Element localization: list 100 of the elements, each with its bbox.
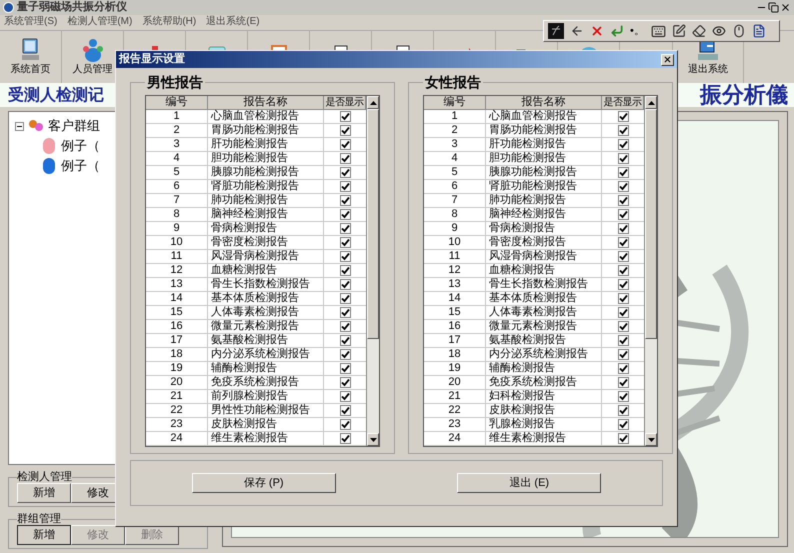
table-cell: 肺功能检测报告 [208, 194, 324, 207]
table-cell: 1 [146, 110, 208, 123]
table-cell: 6 [146, 180, 208, 193]
table-cell: 2 [146, 124, 208, 137]
group-title: 女性报告 [424, 73, 482, 92]
table-cell: 骨密度检测报告 [486, 236, 602, 249]
table-cell: 22 [146, 404, 208, 417]
table-cell: 骨病检测报告 [208, 222, 324, 235]
table-cell: 9 [146, 222, 208, 235]
table-cell: 20 [424, 376, 486, 389]
group-title: 群组管理 [17, 513, 61, 525]
table-cell: 6 [424, 180, 486, 193]
table-cell: 19 [424, 362, 486, 375]
table-cell: 肝功能检测报告 [486, 138, 602, 151]
page-heading: 受测人检测记 [8, 84, 104, 106]
table-cell: 19 [146, 362, 208, 375]
table-cell: 2 [424, 124, 486, 137]
table-cell: 风湿骨病检测报告 [208, 250, 324, 263]
table-cell: 风湿骨病检测报告 [486, 250, 602, 263]
table-cell: 17 [146, 334, 208, 347]
table-cell: 辅酶检测报告 [486, 362, 602, 375]
table-cell: 8 [146, 208, 208, 221]
table-cell: 免疫系统检测报告 [486, 376, 602, 389]
table-cell: 脑神经检测报告 [208, 208, 324, 221]
table-cell: 11 [424, 250, 486, 263]
table-cell: 内分泌系统检测报告 [208, 348, 324, 361]
table-cell: 人体毒素检测报告 [486, 306, 602, 319]
table-cell: 8 [424, 208, 486, 221]
table-cell: 3 [146, 138, 208, 151]
table-cell: 氨基酸检测报告 [486, 334, 602, 347]
table-cell: 13 [146, 278, 208, 291]
table-cell: 肺功能检测报告 [486, 194, 602, 207]
table-cell: 14 [424, 292, 486, 305]
table-cell: 基本体质检测报告 [486, 292, 602, 305]
table-cell: 20 [146, 376, 208, 389]
page-heading: 振分析儀 [700, 83, 788, 107]
table-cell: 免疫系统检测报告 [208, 376, 324, 389]
table-cell: 18 [146, 348, 208, 361]
table-cell: 维生素检测报告 [208, 432, 324, 445]
table-cell: 乳腺检测报告 [486, 418, 602, 431]
table-cell: 4 [146, 152, 208, 165]
table-cell: 男性性功能检测报告 [208, 404, 324, 417]
table-cell: 维生素检测报告 [486, 432, 602, 445]
table-cell: 12 [146, 264, 208, 277]
table-cell: 9 [424, 222, 486, 235]
table-cell: 24 [424, 432, 486, 445]
table-cell: 脑神经检测报告 [486, 208, 602, 221]
table-cell: 内分泌系统检测报告 [486, 348, 602, 361]
window-title: 量子弱磁场共振分析仪 [17, 0, 127, 14]
table-cell: 5 [424, 166, 486, 179]
table-cell: 皮肤检测报告 [208, 418, 324, 431]
table-cell: 10 [146, 236, 208, 249]
table-cell: 骨生长指数检测报告 [486, 278, 602, 291]
table-cell: 基本体质检测报告 [208, 292, 324, 305]
table-cell: 18 [424, 348, 486, 361]
table-cell: 22 [424, 404, 486, 417]
table-cell: 3 [424, 138, 486, 151]
table-cell: 4 [424, 152, 486, 165]
table-cell: 血糖检测报告 [486, 264, 602, 277]
table-cell: 肾脏功能检测报告 [486, 180, 602, 193]
table-cell: 胰腺功能检测报告 [208, 166, 324, 179]
table-cell: 皮肤检测报告 [486, 404, 602, 417]
table-cell: 心脑血管检测报告 [486, 110, 602, 123]
table-cell: 胃肠功能检测报告 [486, 124, 602, 137]
table-cell: 骨病检测报告 [486, 222, 602, 235]
table-cell: 胰腺功能检测报告 [486, 166, 602, 179]
table-cell: 14 [146, 292, 208, 305]
table-cell: 15 [146, 306, 208, 319]
group-title: 检测人管理 [17, 471, 72, 483]
table-cell: 21 [146, 390, 208, 403]
table-cell: 人体毒素检测报告 [208, 306, 324, 319]
table-cell: 骨密度检测报告 [208, 236, 324, 249]
table-cell: 1 [424, 110, 486, 123]
table-cell: 辅酶检测报告 [208, 362, 324, 375]
table-cell: 心脑血管检测报告 [208, 110, 324, 123]
table-cell: 微量元素检测报告 [208, 320, 324, 333]
table-cell: 胃肠功能检测报告 [208, 124, 324, 137]
table-cell: 肾脏功能检测报告 [208, 180, 324, 193]
table-cell: 微量元素检测报告 [486, 320, 602, 333]
table-cell: 血糖检测报告 [208, 264, 324, 277]
table-cell: 肝功能检测报告 [208, 138, 324, 151]
table-cell: 7 [424, 194, 486, 207]
table-cell: 17 [424, 334, 486, 347]
table-cell: 氨基酸检测报告 [208, 334, 324, 347]
table-cell: 15 [424, 306, 486, 319]
table-cell: 11 [146, 250, 208, 263]
table-cell: 妇科检测报告 [486, 390, 602, 403]
table-cell: 12 [424, 264, 486, 277]
table-cell: 胆功能检测报告 [208, 152, 324, 165]
table-cell: 10 [424, 236, 486, 249]
table-cell: 23 [146, 418, 208, 431]
table-cell: 16 [424, 320, 486, 333]
table-cell: 16 [146, 320, 208, 333]
table-cell: 23 [424, 418, 486, 431]
table-cell: 13 [424, 278, 486, 291]
table-cell: 前列腺检测报告 [208, 390, 324, 403]
group-title: 男性报告 [146, 73, 204, 92]
table-cell: 21 [424, 390, 486, 403]
table-cell: 5 [146, 166, 208, 179]
table-cell: 胆功能检测报告 [486, 152, 602, 165]
